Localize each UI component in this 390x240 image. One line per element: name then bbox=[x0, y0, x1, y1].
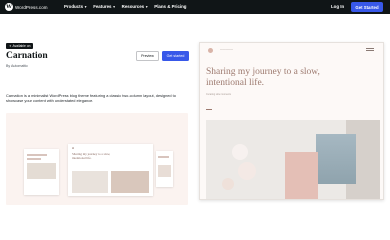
image-placeholder bbox=[158, 165, 171, 177]
brand-link[interactable]: W WordPress.com bbox=[5, 3, 48, 11]
preview-tagline: Curating slow moments bbox=[206, 93, 231, 96]
get-started-nav-button[interactable]: Get Started bbox=[351, 2, 383, 12]
tablet-mockup bbox=[24, 149, 59, 195]
photo-cup-shape bbox=[316, 134, 356, 184]
badge-label: Available on bbox=[12, 44, 31, 48]
availability-badge: ✦ Available on bbox=[6, 43, 34, 49]
chevron-down-icon: ▼ bbox=[84, 4, 88, 9]
phone-mockup bbox=[156, 151, 173, 187]
theme-author: By Automattic bbox=[6, 64, 28, 68]
image-placeholder bbox=[72, 171, 108, 193]
image-placeholder bbox=[111, 171, 149, 193]
photo-book-shape bbox=[285, 152, 318, 199]
mockup-logo-icon: ✿ bbox=[72, 147, 75, 150]
chevron-down-icon: ▼ bbox=[112, 4, 116, 9]
image-placeholder bbox=[27, 163, 56, 179]
photo-flower-shape bbox=[222, 178, 234, 190]
theme-title: Carnation bbox=[6, 51, 48, 61]
mockup-heading: Sharing my journey to a slow, intentiona… bbox=[72, 152, 111, 160]
site-title-placeholder: ————— bbox=[220, 48, 233, 51]
nav-item-label: Features bbox=[93, 4, 112, 9]
theme-large-preview[interactable]: ————— Sharing my journey to a slow, inte… bbox=[199, 42, 384, 200]
desktop-mockup: ✿ Sharing my journey to a slow, intentio… bbox=[68, 144, 153, 196]
nav-item-label: Plans & Pricing bbox=[154, 4, 187, 9]
preview-heading: Sharing my journey to a slow, intentiona… bbox=[206, 67, 320, 88]
nav-item-products[interactable]: Products ▼ bbox=[64, 4, 87, 9]
text-placeholder bbox=[158, 156, 169, 158]
nav-item-resources[interactable]: Resources ▼ bbox=[122, 4, 149, 9]
photo-flower-shape bbox=[238, 162, 256, 180]
login-link[interactable]: Log In bbox=[331, 4, 344, 9]
main-menu: Products ▼ Features ▼ Resources ▼ Plans & P… bbox=[64, 4, 186, 9]
wordpress-mark-icon: ✦ bbox=[9, 44, 12, 48]
divider bbox=[206, 109, 212, 110]
nav-item-label: Products bbox=[64, 4, 84, 9]
text-placeholder bbox=[27, 154, 47, 156]
device-preview-stage: ✿ Sharing my journey to a slow, intentio… bbox=[6, 113, 188, 205]
brand-name: WordPress.com bbox=[15, 4, 48, 10]
hamburger-menu-icon bbox=[366, 48, 374, 51]
nav-item-label: Resources bbox=[121, 4, 145, 9]
wordpress-logo-icon: W bbox=[5, 3, 13, 11]
text-placeholder bbox=[27, 158, 41, 160]
photo-flower-shape bbox=[232, 144, 248, 160]
chevron-down-icon: ▼ bbox=[145, 4, 149, 9]
featured-photo bbox=[206, 120, 380, 199]
site-logo-icon bbox=[208, 48, 213, 53]
top-navigation: W WordPress.com Products ▼ Features ▼ Reso… bbox=[0, 0, 390, 14]
get-started-button[interactable]: Get started bbox=[162, 51, 189, 61]
nav-item-features[interactable]: Features ▼ bbox=[93, 4, 115, 9]
nav-item-plans-pricing[interactable]: Plans & Pricing bbox=[154, 4, 186, 9]
preview-button[interactable]: Preview bbox=[136, 51, 159, 61]
theme-description: Carnation is a minimalist WordPress blog… bbox=[6, 93, 176, 104]
